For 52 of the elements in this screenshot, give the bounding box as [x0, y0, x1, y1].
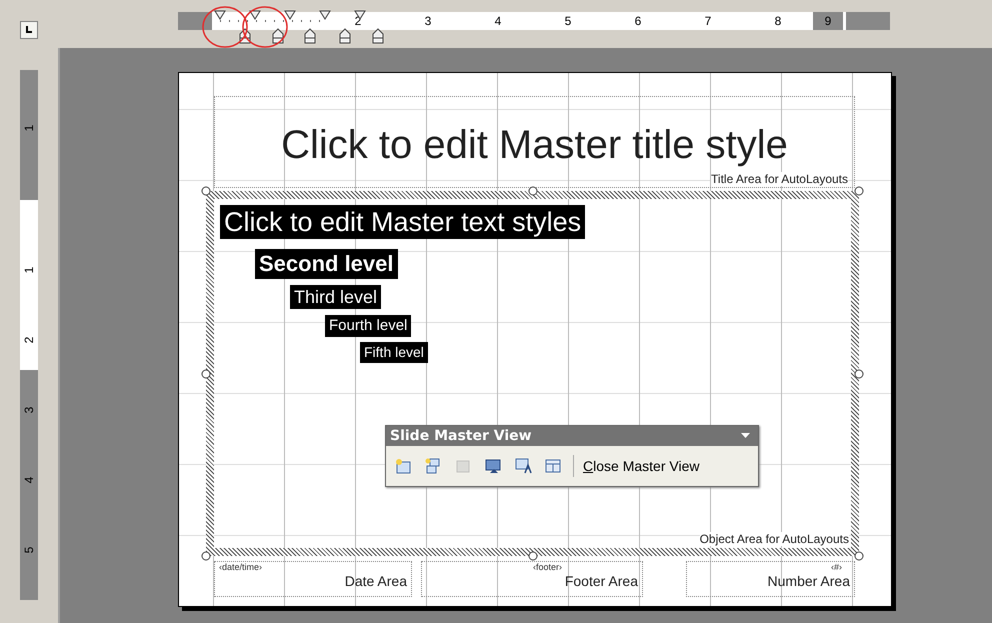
- slide-letter-icon: [514, 457, 532, 475]
- text-level: Second level: [255, 249, 398, 279]
- ruler-number: 9: [813, 12, 843, 30]
- resize-handle[interactable]: [201, 186, 211, 196]
- resize-handle[interactable]: [528, 186, 538, 196]
- dropdown-icon[interactable]: [741, 433, 750, 439]
- indent-marker-icon[interactable]: [319, 10, 331, 20]
- text-level: Click to edit Master text styles: [220, 205, 586, 239]
- stacked-slides-icon: [424, 457, 442, 475]
- tab-selector-button[interactable]: [20, 21, 38, 39]
- title-placeholder[interactable]: Click to edit Master title style Title Area for AutoLayouts: [214, 96, 855, 188]
- resize-handle[interactable]: [528, 551, 538, 561]
- highlight-circle-icon: [241, 5, 289, 49]
- ruler-number: 3: [21, 406, 37, 416]
- indent-marker-icon[interactable]: [249, 10, 261, 20]
- area-label: Footer Area: [564, 573, 638, 589]
- close-master-view-button[interactable]: Close Master View: [581, 456, 702, 476]
- indent-marker-icon[interactable]: [372, 28, 384, 44]
- area-label: Title Area for AutoLayouts: [711, 172, 848, 186]
- indent-marker-icon[interactable]: [284, 10, 296, 20]
- indent-marker-icon[interactable]: [214, 10, 226, 20]
- text-level: Third level: [290, 285, 382, 309]
- area-label: Object Area for AutoLayouts: [700, 532, 849, 546]
- text-level: Fifth level: [360, 342, 428, 363]
- ruler-number: 4: [21, 476, 37, 486]
- field-tag: ‹footer›: [532, 562, 562, 573]
- toolbar-title: Slide Master View: [390, 428, 532, 444]
- ruler-number: 5: [21, 546, 37, 556]
- footer-placeholder[interactable]: ‹date/time› Date Area: [214, 561, 412, 597]
- ruler-number: 2: [21, 336, 37, 346]
- ruler-number: 1: [21, 124, 37, 134]
- field-tag: ‹date/time›: [219, 562, 262, 573]
- footer-placeholder[interactable]: ‹footer› Footer Area: [421, 561, 643, 597]
- slide-title: Click to edit Master title style: [281, 123, 788, 168]
- indent-marker-icon[interactable]: [339, 28, 351, 44]
- resize-handle[interactable]: [854, 368, 864, 378]
- resize-handle[interactable]: [854, 551, 864, 561]
- text-level: Fourth level: [325, 315, 412, 337]
- indent-marker-icon[interactable]: [304, 28, 316, 44]
- toolbar-title-bar[interactable]: Slide Master View: [386, 426, 758, 446]
- resize-handle[interactable]: [854, 186, 864, 196]
- resize-handle[interactable]: [201, 368, 211, 378]
- highlight-circle-icon: [201, 5, 249, 49]
- layout-icon: [544, 457, 562, 475]
- area-label: Date Area: [344, 573, 407, 589]
- field-tag: ‹#›: [831, 562, 842, 573]
- slide-sun-icon: [394, 457, 412, 475]
- area-label: Number Area: [768, 573, 850, 589]
- ruler-number: 1: [21, 266, 37, 276]
- left-tab-icon: [24, 25, 34, 35]
- resize-handle[interactable]: [201, 551, 211, 561]
- footer-placeholder[interactable]: ‹#› Number Area: [686, 561, 855, 597]
